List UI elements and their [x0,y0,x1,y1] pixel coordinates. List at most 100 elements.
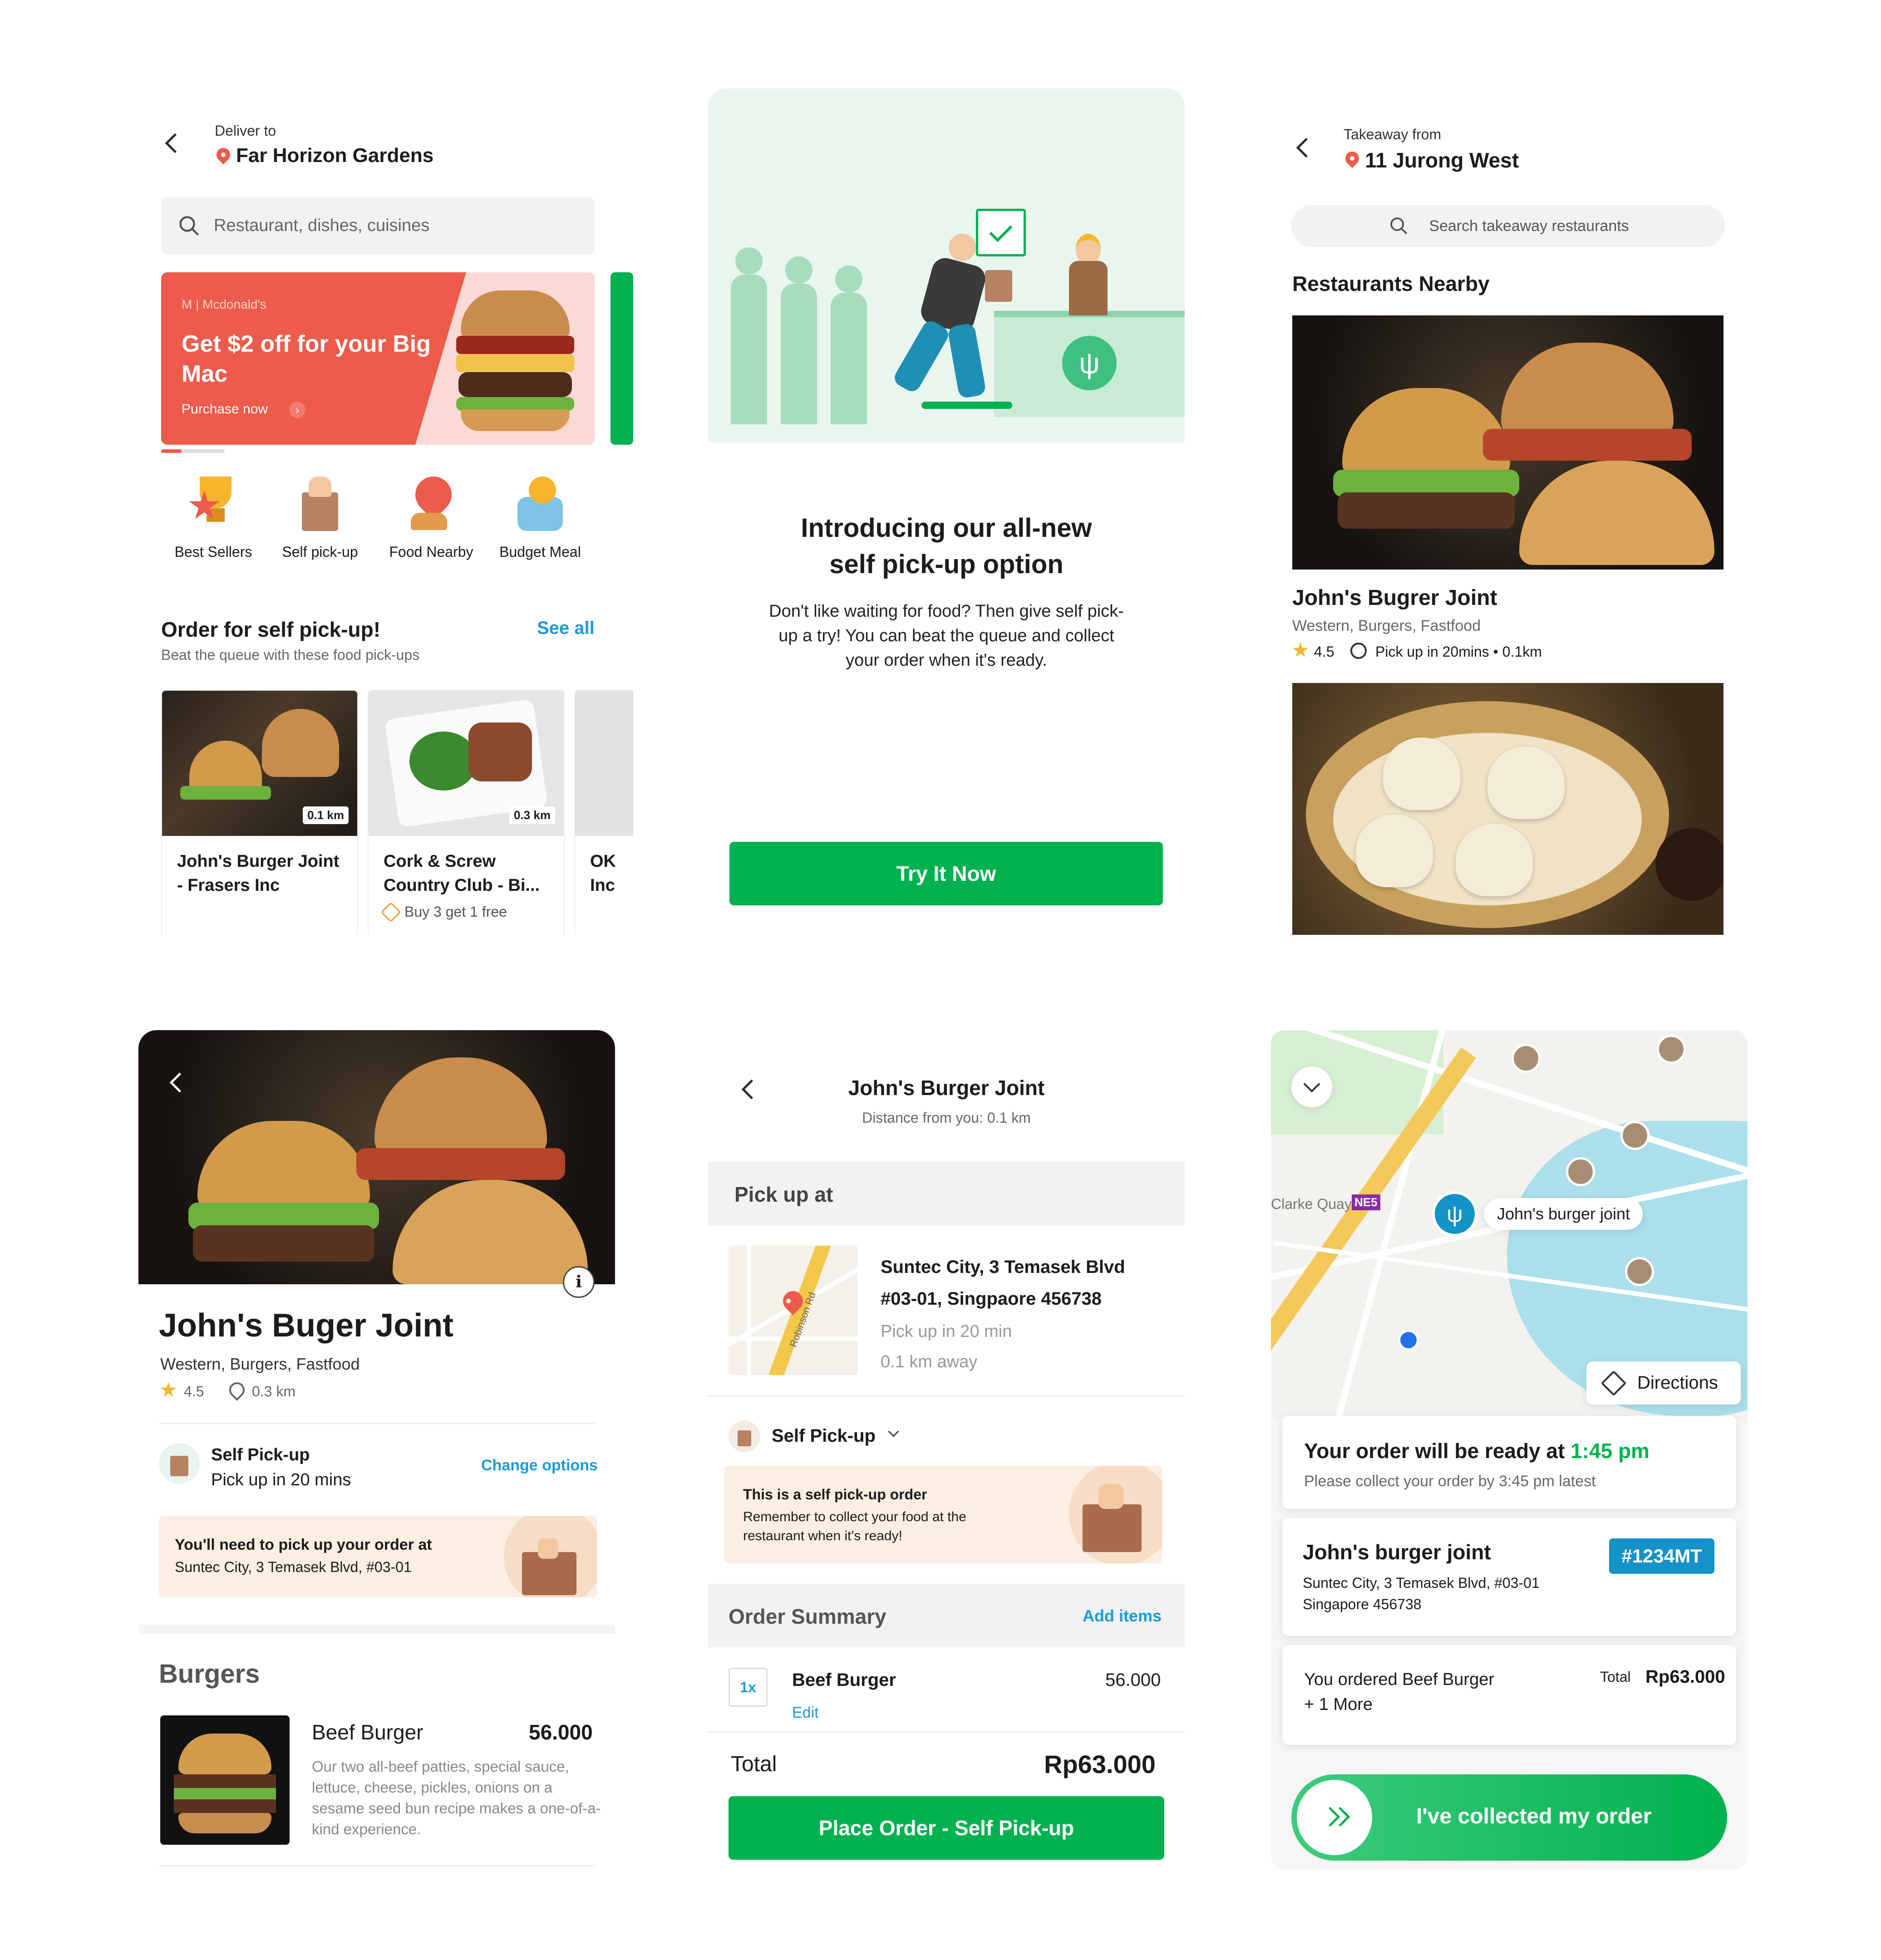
takeaway-label: Takeaway from [1344,126,1442,142]
pickup-distance: 0.1 km away [881,1352,978,1371]
location-icon [226,1379,248,1401]
order-id-badge: #1234MT [1609,1538,1714,1574]
ordered-line1: You ordered Beef Burger [1304,1670,1495,1689]
takeaway-address[interactable]: 11 Jurong West [1365,148,1519,172]
quantity-box[interactable]: 1x [729,1668,768,1707]
category-food-nearby[interactable]: Food Nearby [388,469,474,560]
category-self-pickup[interactable]: Self pick-up [277,476,363,560]
category-label: Best Sellers [174,544,252,560]
search-input[interactable]: Search takeaway restaurants [1291,205,1725,247]
restaurant-card: John's burger joint Suntec City, 3 Temas… [1282,1518,1736,1636]
category-label: Self pick-up [282,544,358,560]
edit-item-link[interactable]: Edit [792,1704,819,1722]
category-budget-meal[interactable]: Budget Meal [495,476,586,560]
restaurant-title: John's Burger Joint [848,1076,1045,1100]
pickup-info: Pick up in 20mins • 0.1km [1375,644,1542,660]
restaurant-card[interactable]: 0.3 km Cork & Screw Country Club - Bi...… [368,690,565,935]
slider-handle[interactable] [1297,1780,1372,1855]
back-icon[interactable] [1296,138,1316,158]
divider [159,1423,595,1424]
distance-badge: 0.1 km [303,806,349,824]
slider-label: I've collected my order [1416,1804,1652,1828]
info-icon[interactable]: i [563,1266,595,1298]
food-image: 0.3 km [369,691,564,836]
ready-card: Your order will be ready at 1:45 pm Plea… [1282,1416,1736,1509]
collected-slider[interactable]: I've collected my order [1291,1774,1727,1861]
location-pin-icon [406,469,459,531]
carousel-indicator [161,449,225,453]
burger-image [456,290,574,431]
see-all-link[interactable]: See all [537,618,595,639]
chevron-down-icon[interactable] [888,1426,899,1437]
map-poi-icon [1620,1121,1650,1150]
marker-label: John's burger joint [1484,1198,1643,1230]
notice-line1: You'll need to pick up your order at [175,1536,432,1553]
collapse-button[interactable] [1291,1066,1332,1107]
promo-cta[interactable]: Purchase now [182,402,268,417]
user-location-icon [1398,1330,1419,1351]
order-item-price: 56.000 [1105,1670,1161,1690]
try-it-now-button[interactable]: Try It Now [729,842,1163,905]
search-input[interactable]: Restaurant, dishes, cuisines [161,197,595,254]
piggy-bank-icon [513,476,567,531]
divider [708,1731,1185,1733]
restaurant-address-line2: Singapore 456738 [1303,1596,1422,1612]
restaurant-name: John's burger joint [1303,1540,1491,1564]
deliver-label: Deliver to [215,123,276,139]
search-icon [179,216,199,236]
paper-bag-icon [729,1420,760,1452]
pickup-address-line2: #03-01, Singpaore 456738 [881,1289,1102,1309]
place-order-button[interactable]: Place Order - Self Pick-up [729,1796,1164,1860]
pickup-mode-dropdown[interactable]: Self Pick-up [772,1426,876,1446]
screen-checkout: John's Burger Joint Distance from you: 0… [708,1030,1185,1870]
total-label: Total [1600,1669,1631,1685]
card-name-line2: - Frasers Inc [177,876,280,895]
order-item-name: Beef Burger [792,1670,896,1690]
directions-button[interactable]: Directions [1586,1361,1741,1405]
section-title: Order for self pick-up! [161,618,381,641]
category-best-sellers[interactable]: Best Sellers [170,476,256,560]
section-subtitle: Beat the queue with these food pick-ups [161,647,420,663]
restaurant-rating: 4.5 [1314,644,1334,660]
promo-tag-icon [380,901,401,923]
restaurant-card[interactable]: OK Inc [574,690,633,935]
pickup-notice: This is a self pick-up order Remember to… [724,1466,1162,1563]
ready-prefix: Your order will be ready at [1304,1439,1565,1463]
menu-item-name[interactable]: Beef Burger [312,1720,423,1744]
restaurant-cuisines: Western, Burgers, Fastfood [1292,617,1481,634]
back-icon[interactable] [165,133,185,153]
promo-banner[interactable]: M | Mcdonald's Get $2 off for your Big M… [161,272,595,445]
pickup-at-header: Pick up at [708,1162,1185,1225]
menu-item-image[interactable] [160,1715,290,1845]
section-title: Restaurants Nearby [1292,272,1490,295]
search-placeholder: Search takeaway restaurants [1429,217,1629,235]
restaurant-image[interactable] [1292,683,1723,935]
add-items-link[interactable]: Add items [1083,1606,1162,1626]
category-label: Food Nearby [389,544,473,560]
food-image [575,691,633,836]
fork-knife-icon: ψ [1062,336,1117,390]
restaurant-address-line1: Suntec City, 3 Temasek Blvd, #03-01 [1303,1575,1540,1591]
restaurant-name[interactable]: John's Bugrer Joint [1292,585,1497,610]
menu-item-price: 56.000 [529,1720,593,1744]
ordered-line2: + 1 More [1304,1695,1373,1714]
restaurant-marker-icon[interactable]: ψ [1432,1191,1477,1237]
intro-title-line1: Introducing our all-new [801,513,1092,543]
food-image: 0.1 km [162,691,357,836]
map-poi-icon [1657,1035,1686,1064]
restaurant-image[interactable] [1292,315,1723,570]
mini-map[interactable]: Robinson Rd [729,1246,858,1375]
ready-time: 1:45 pm [1571,1439,1650,1463]
card-name-line1: John's Burger Joint [177,852,340,871]
promo-title: Get $2 off for your Big Mac [182,331,431,387]
delivery-address[interactable]: Far Horizon Gardens [236,144,433,167]
clock-icon [1350,643,1367,659]
distance-badge: 0.3 km [509,806,555,824]
pickup-mode-sub: Pick up in 20 mins [211,1470,351,1489]
menu-item-description: Our two all-beef patties, special sauce,… [312,1758,601,1837]
map[interactable]: Clarke Quay NE5 ψ John's burger joint Di… [1271,1030,1748,1420]
restaurant-card[interactable]: 0.1 km John's Burger Joint - Frasers Inc [161,690,358,935]
change-options-link[interactable]: Change options [481,1457,598,1474]
location-pin-icon [213,145,233,165]
location-pin-icon [1342,148,1362,168]
